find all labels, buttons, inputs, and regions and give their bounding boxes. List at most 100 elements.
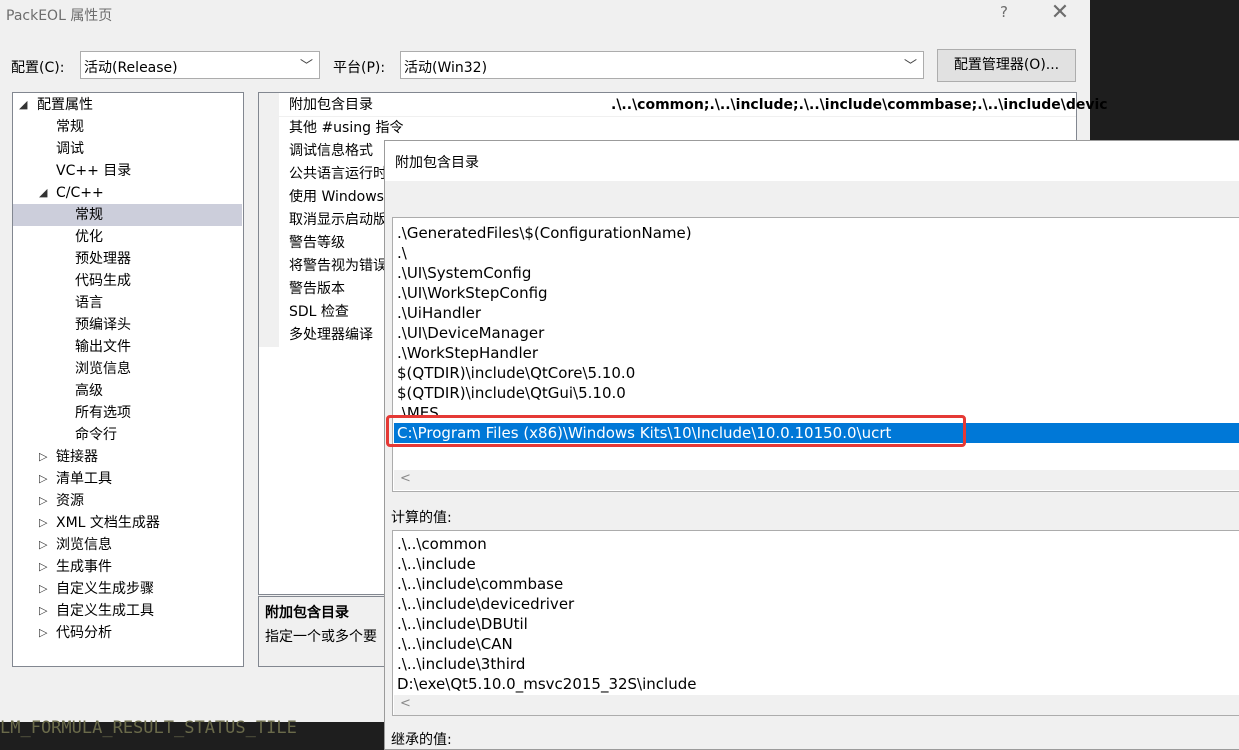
scroll-left-icon[interactable]: < — [400, 471, 411, 486]
platform-combo[interactable]: 活动(Win32) ﹀ — [400, 51, 924, 79]
grid-row-windows-runtime[interactable]: 使用 Windows — [279, 186, 384, 209]
computed-item: .\..\include\CAN — [397, 635, 513, 653]
tree-item-label: 浏览信息 — [56, 537, 112, 553]
collapsed-arrow-icon[interactable]: ▷ — [39, 578, 47, 600]
tree-item-command-line[interactable]: 命令行 — [75, 424, 117, 446]
tree-item-custom-build-step[interactable]: ▷ 自定义生成步骤 — [13, 578, 243, 600]
config-label: 配置(C): — [11, 60, 65, 76]
tree-item-label: 链接器 — [56, 449, 98, 465]
tree-item-precompiled-headers[interactable]: 预编译头 — [75, 314, 131, 336]
grid-gutter — [259, 93, 279, 347]
grid-row-sdl-checks[interactable]: SDL 检查 — [279, 301, 349, 324]
horizontal-scrollbar[interactable]: < — [394, 695, 1239, 715]
tree-item-config-properties[interactable]: ◢ 配置属性 — [13, 94, 243, 116]
tree-item-label: XML 文档生成器 — [56, 515, 160, 531]
annotation-highlight-box — [386, 415, 966, 447]
collapsed-arrow-icon[interactable]: ▷ — [39, 600, 47, 622]
tree-item-all-options[interactable]: 所有选项 — [75, 402, 131, 424]
platform-label: 平台(P): — [333, 60, 386, 76]
description-text: 指定一个或多个要 — [265, 629, 377, 645]
tree-item-label: 代码分析 — [56, 625, 112, 641]
tree-item-xml-doc-generator[interactable]: ▷ XML 文档生成器 — [13, 512, 243, 534]
close-icon[interactable]: ✕ — [1048, 0, 1072, 25]
tree-item-language[interactable]: 语言 — [75, 292, 103, 314]
grid-row-debug-info-format[interactable]: 调试信息格式 — [279, 140, 373, 163]
tree-item-preprocessor[interactable]: 预处理器 — [75, 248, 131, 270]
tree-item-label: 资源 — [56, 493, 84, 509]
grid-row-suppress-banner[interactable]: 取消显示启动版 — [279, 209, 387, 232]
grid-row-multiprocessor-compilation[interactable]: 多处理器编译 — [279, 324, 373, 347]
collapsed-arrow-icon[interactable]: ▷ — [39, 512, 47, 534]
collapsed-arrow-icon[interactable]: ▷ — [39, 490, 47, 512]
chevron-down-icon: ﹀ — [903, 59, 917, 74]
grid-row-additional-include-dirs[interactable]: 附加包含目录 .\..\common;.\..\include;.\..\inc… — [279, 94, 1108, 117]
computed-item: .\..\include\3third — [397, 655, 526, 673]
dialog-title: 附加包含目录 — [395, 155, 479, 171]
list-item[interactable]: .\UI\WorkStepConfig — [397, 283, 548, 303]
grid-row-warnings-as-errors[interactable]: 将警告视为错误 — [279, 255, 387, 278]
tree-item-cpp[interactable]: ◢ C/C++ — [13, 182, 243, 204]
tree-item-code-analysis[interactable]: ▷ 代码分析 — [13, 622, 243, 644]
list-item[interactable]: $(QTDIR)\include\QtCore\5.10.0 — [397, 363, 635, 383]
tree-item-debugging[interactable]: 调试 — [56, 138, 84, 160]
collapsed-arrow-icon[interactable]: ▷ — [39, 556, 47, 578]
tree-item-cpp-general[interactable]: 常规 — [13, 204, 242, 226]
list-item[interactable]: $(QTDIR)\include\QtGui\5.10.0 — [397, 383, 626, 403]
tree-item-manifest-tool[interactable]: ▷ 清单工具 — [13, 468, 243, 490]
tree-item-general[interactable]: 常规 — [56, 116, 84, 138]
grid-row-value[interactable]: .\..\common;.\..\include;.\..\include\co… — [611, 94, 1108, 116]
tree-item-output-files[interactable]: 输出文件 — [75, 336, 131, 358]
description-title: 附加包含目录 — [265, 605, 349, 621]
tree-item-linker[interactable]: ▷ 链接器 — [13, 446, 243, 468]
computed-values-list[interactable]: .\..\common .\..\include .\..\include\co… — [392, 530, 1239, 716]
collapsed-arrow-icon[interactable]: ▷ — [39, 468, 47, 490]
computed-item: .\..\include — [397, 555, 476, 573]
grid-row-warning-version[interactable]: 警告版本 — [279, 278, 345, 301]
tree-item-advanced[interactable]: 高级 — [75, 380, 103, 402]
tree-item-browse-information[interactable]: ▷ 浏览信息 — [13, 534, 243, 556]
include-dirs-list[interactable]: .\GeneratedFiles\$(ConfigurationName) .\… — [392, 217, 1239, 492]
list-item[interactable]: .\UiHandler — [397, 303, 481, 323]
property-tree[interactable]: ◢ 配置属性 常规 调试 VC++ 目录 ◢ C/C++ 常规 优化 预处理器 … — [12, 92, 244, 667]
horizontal-scrollbar[interactable]: < — [394, 470, 1239, 490]
tree-item-optimization[interactable]: 优化 — [75, 226, 103, 248]
computed-item: .\..\include\devicedriver — [397, 595, 575, 613]
collapsed-arrow-icon[interactable]: ▷ — [39, 446, 47, 468]
tree-item-browse-info[interactable]: 浏览信息 — [75, 358, 131, 380]
list-item[interactable]: .\ — [397, 243, 407, 263]
grid-row-clr-support[interactable]: 公共语言运行时 — [279, 163, 387, 186]
config-manager-button[interactable]: 配置管理器(O)... — [937, 49, 1076, 82]
tree-item-label: C/C++ — [56, 185, 104, 201]
tree-item-code-generation[interactable]: 代码生成 — [75, 270, 131, 292]
grid-row-warning-level[interactable]: 警告等级 — [279, 232, 345, 255]
expanded-arrow-icon[interactable]: ◢ — [19, 94, 27, 116]
tree-item-resources[interactable]: ▷ 资源 — [13, 490, 243, 512]
computed-item: .\..\include\DBUtil — [397, 615, 528, 633]
list-item[interactable]: .\UI\SystemConfig — [397, 263, 531, 283]
platform-value: 活动(Win32) — [404, 60, 488, 76]
grid-row-name: 附加包含目录 — [289, 97, 373, 113]
computed-item: .\..\include\commbase — [397, 575, 564, 593]
window-title: PackEOL 属性页 — [6, 8, 113, 24]
grid-row-using-directives[interactable]: 其他 #using 指令 — [279, 117, 403, 140]
chevron-down-icon: ﹀ — [299, 59, 313, 74]
inherited-values-label: 继承的值: — [391, 732, 452, 748]
tree-item-build-events[interactable]: ▷ 生成事件 — [13, 556, 243, 578]
tree-item-label: 自定义生成工具 — [56, 603, 154, 619]
list-item[interactable]: .\WorkStepHandler — [397, 343, 538, 363]
tree-item-vc-directories[interactable]: VC++ 目录 — [56, 160, 131, 182]
tree-item-label: 自定义生成步骤 — [56, 581, 154, 597]
dialog-title-bar: 附加包含目录 — [385, 141, 1239, 181]
list-item[interactable]: .\UI\DeviceManager — [397, 323, 544, 343]
collapsed-arrow-icon[interactable]: ▷ — [39, 534, 47, 556]
tree-item-label: 常规 — [75, 207, 103, 223]
collapsed-arrow-icon[interactable]: ▷ — [39, 622, 47, 644]
list-item[interactable]: .\GeneratedFiles\$(ConfigurationName) — [397, 223, 692, 243]
config-combo[interactable]: 活动(Release) ﹀ — [80, 51, 320, 79]
expanded-arrow-icon[interactable]: ◢ — [39, 182, 47, 204]
tree-item-custom-build-tool[interactable]: ▷ 自定义生成工具 — [13, 600, 243, 622]
scroll-left-icon[interactable]: < — [400, 696, 411, 711]
config-value: 活动(Release) — [84, 60, 178, 76]
background-code-line: LM_FORMULA_RESULT_STATUS_TILE — [0, 718, 297, 738]
help-icon[interactable]: ? — [996, 3, 1012, 21]
